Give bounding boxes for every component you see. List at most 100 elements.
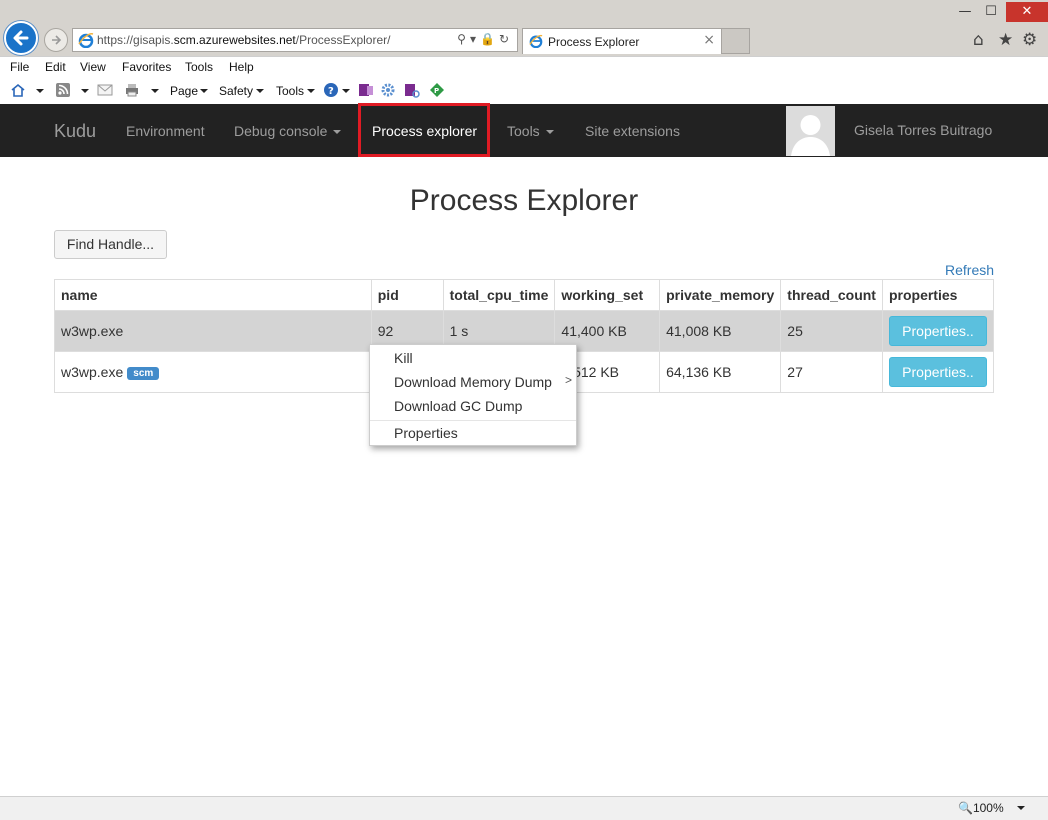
chevron-down-icon	[333, 130, 342, 135]
browser-tab[interactable]: Process Explorer ×	[522, 28, 722, 54]
help-dropdown-icon[interactable]	[342, 89, 350, 93]
context-menu-download-gc-dump[interactable]: Download GC Dump	[394, 398, 522, 414]
settings-gear-icon[interactable]: ⚙	[1022, 30, 1037, 50]
tools-dropdown-icon[interactable]	[307, 89, 315, 93]
context-menu-divider	[370, 420, 576, 421]
nav-tools[interactable]: Tools	[507, 123, 554, 139]
properties-button[interactable]: Properties..	[888, 316, 987, 346]
page-menu[interactable]: Page	[170, 84, 198, 98]
kudu-brand-link[interactable]: Kudu	[54, 121, 96, 142]
page-title: Process Explorer	[409, 184, 639, 217]
tab-title: Process Explorer	[548, 35, 640, 49]
print-dropdown-icon[interactable]	[151, 89, 159, 93]
column-header-private-memory[interactable]: private_memory	[659, 279, 782, 311]
search-icon[interactable]: ⚲	[457, 32, 470, 46]
ie-logo-icon	[529, 34, 543, 48]
new-tab-button[interactable]	[722, 28, 750, 54]
nav-tools-label: Tools	[507, 123, 540, 139]
cell-name: w3wp.exe	[54, 310, 372, 352]
home-icon[interactable]	[10, 82, 26, 98]
cell-properties: Properties..	[881, 351, 995, 393]
column-header-pid[interactable]: pid	[370, 279, 444, 311]
avatar[interactable]	[786, 106, 835, 156]
favorites-star-icon[interactable]: ★	[998, 30, 1013, 50]
command-bar: Page Safety Tools ? P	[0, 78, 1048, 104]
onenote-icon[interactable]	[358, 82, 374, 98]
tools-menu[interactable]: Tools	[276, 84, 304, 98]
lock-icon: 🔒	[479, 32, 499, 46]
process-name: w3wp.exe	[61, 364, 124, 380]
forward-arrow-icon	[52, 35, 62, 45]
svg-text:P: P	[434, 87, 439, 95]
onenote-linked-icon[interactable]	[404, 82, 420, 98]
safety-menu[interactable]: Safety	[219, 84, 253, 98]
print-icon[interactable]	[124, 82, 140, 98]
nav-debug-console[interactable]: Debug console	[234, 123, 342, 139]
context-menu-properties[interactable]: Properties	[394, 425, 458, 441]
maximize-button[interactable]: ☐	[976, 2, 1006, 22]
table-header-row: name pid total_cpu_time working_set priv…	[54, 279, 995, 311]
submenu-arrow-icon: >	[564, 373, 572, 387]
address-bar[interactable]: https://gisapis.scm.azurewebsites.net/Pr…	[72, 28, 518, 52]
zoom-icon: 🔍	[958, 801, 973, 815]
cell-properties: Properties..	[881, 310, 995, 352]
zoom-level[interactable]: 🔍100%	[958, 801, 1004, 815]
cell-private-memory: 41,008 KB	[659, 310, 782, 352]
zoom-dropdown-icon[interactable]	[1017, 806, 1025, 810]
zoom-value: 100%	[972, 801, 1004, 815]
feeds-icon[interactable]	[55, 82, 71, 98]
address-actions[interactable]: ⚲▾🔒↻	[457, 32, 513, 46]
menu-file[interactable]: File	[10, 60, 29, 74]
context-menu-download-memory-dump[interactable]: Download Memory Dump	[394, 374, 552, 390]
back-arrow-icon	[13, 30, 29, 46]
column-header-properties: properties	[881, 279, 995, 311]
page-dropdown-icon[interactable]	[200, 89, 208, 93]
highlight-annotation-box	[358, 103, 490, 157]
column-header-thread-count[interactable]: thread_count	[780, 279, 883, 311]
addon-green-icon[interactable]: P	[429, 82, 445, 98]
gear-addon-icon[interactable]	[380, 82, 396, 98]
user-name[interactable]: Gisela Torres Buitrago	[854, 122, 992, 138]
safety-dropdown-icon[interactable]	[256, 89, 264, 93]
properties-button[interactable]: Properties..	[888, 357, 987, 387]
menu-favorites[interactable]: Favorites	[122, 60, 171, 74]
home-icon[interactable]: ⌂	[973, 30, 984, 50]
menu-bar: File Edit View Favorites Tools Help	[0, 56, 1048, 78]
menu-help[interactable]: Help	[229, 60, 254, 74]
address-url: https://gisapis.scm.azurewebsites.net/Pr…	[97, 33, 391, 47]
feeds-dropdown-icon[interactable]	[81, 89, 89, 93]
column-header-name[interactable]: name	[54, 279, 372, 311]
cell-name: w3wp.exe scm	[54, 351, 372, 393]
nav-environment[interactable]: Environment	[126, 123, 205, 139]
menu-edit[interactable]: Edit	[45, 60, 66, 74]
chevron-down-icon	[545, 130, 554, 135]
home-dropdown-icon[interactable]	[36, 89, 44, 93]
context-menu-kill[interactable]: Kill	[394, 350, 413, 366]
column-header-total-cpu-time[interactable]: total_cpu_time	[442, 279, 556, 311]
cell-thread-count: 27	[780, 351, 883, 393]
nav-environment-label: Environment	[126, 123, 205, 139]
menu-view[interactable]: View	[80, 60, 106, 74]
back-button[interactable]	[4, 21, 38, 55]
refresh-icon[interactable]: ↻	[499, 32, 513, 46]
close-window-button[interactable]: ✕	[1006, 2, 1048, 22]
cell-thread-count: 25	[780, 310, 883, 352]
find-handle-button[interactable]: Find Handle...	[54, 230, 167, 259]
nav-debug-console-label: Debug console	[234, 123, 328, 139]
refresh-link[interactable]: Refresh	[945, 262, 994, 278]
ie-logo-icon	[78, 33, 94, 48]
svg-text:?: ?	[328, 86, 334, 97]
user-silhouette-icon	[786, 106, 835, 156]
help-icon[interactable]: ?	[323, 82, 339, 98]
column-header-working-set[interactable]: working_set	[554, 279, 661, 311]
browser-titlebar: — ☐ ✕ https://gisapis.scm.azurewebsites.…	[0, 0, 1048, 56]
forward-button[interactable]	[44, 28, 68, 52]
nav-site-extensions-label: Site extensions	[585, 123, 680, 139]
nav-site-extensions[interactable]: Site extensions	[585, 123, 680, 139]
dropdown-icon[interactable]: ▾	[470, 32, 480, 46]
cell-private-memory: 64,136 KB	[659, 351, 782, 393]
menu-tools[interactable]: Tools	[185, 60, 213, 74]
tab-close-icon[interactable]: ×	[703, 32, 715, 48]
process-context-menu: Kill Download Memory Dump > Download GC …	[369, 344, 577, 446]
mail-icon[interactable]	[97, 82, 113, 98]
